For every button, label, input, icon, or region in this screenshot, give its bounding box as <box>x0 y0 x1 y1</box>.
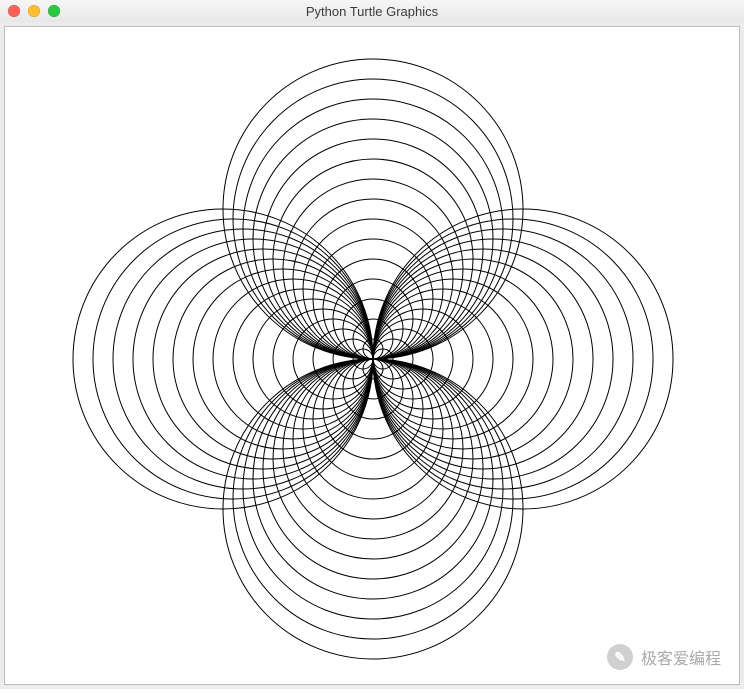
titlebar[interactable]: Python Turtle Graphics <box>0 0 744 23</box>
window-title: Python Turtle Graphics <box>0 4 744 19</box>
zoom-icon[interactable] <box>48 5 60 17</box>
minimize-icon[interactable] <box>28 5 40 17</box>
traffic-lights <box>8 5 60 17</box>
close-icon[interactable] <box>8 5 20 17</box>
canvas-frame: ✎ 极客爱编程 <box>0 22 744 689</box>
turtle-drawing <box>5 27 739 684</box>
turtle-canvas: ✎ 极客爱编程 <box>4 26 740 685</box>
app-window: Python Turtle Graphics ✎ 极客爱编程 <box>0 0 744 689</box>
